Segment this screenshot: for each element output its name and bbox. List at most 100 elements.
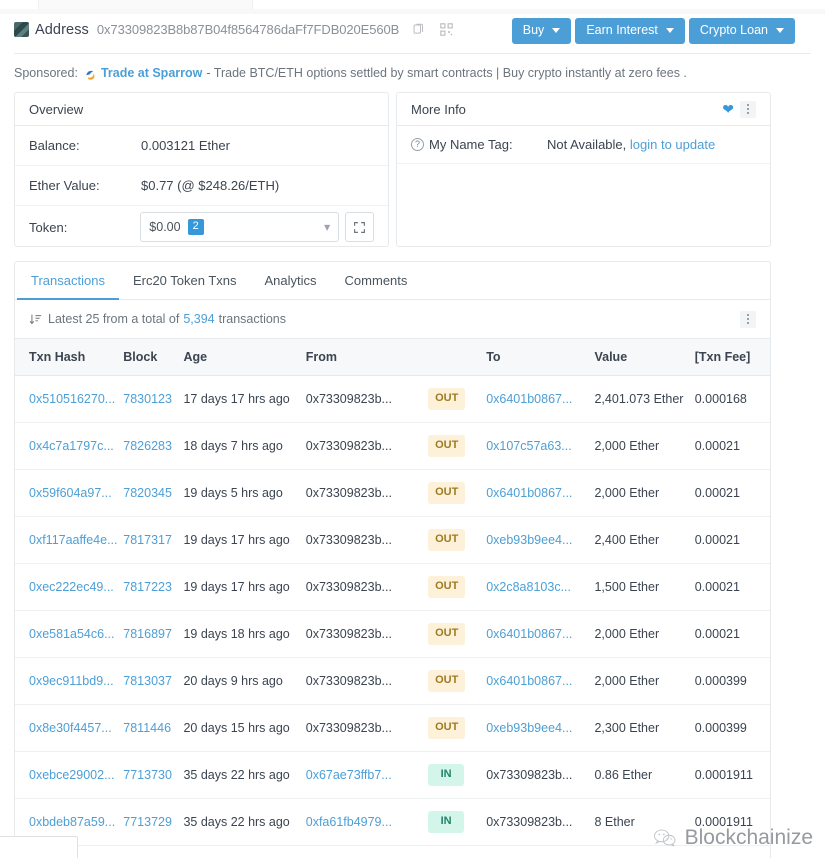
- download-bar-edge: [0, 836, 78, 858]
- cell-hash-link[interactable]: 0xec222ec49...: [29, 580, 114, 594]
- direction-badge: IN: [428, 811, 464, 833]
- transactions-card: Transactions Erc20 Token Txns Analytics …: [14, 261, 771, 858]
- cell-age: 35 days 22 hrs ago: [183, 846, 305, 858]
- direction-badge: OUT: [428, 670, 465, 692]
- cell-block-link[interactable]: 7811446: [123, 721, 171, 735]
- cell-block[interactable]: 7830123: [123, 376, 183, 423]
- cell-hash-link[interactable]: 0x510516270...: [29, 392, 115, 406]
- token-expand-button[interactable]: [345, 212, 374, 242]
- copy-icon[interactable]: [410, 21, 427, 38]
- cell-hash[interactable]: 0x8e30f4457...: [15, 705, 123, 752]
- cell-block-link[interactable]: 7713730: [123, 768, 172, 782]
- cell-from-link[interactable]: 0xfa61fb4979...: [306, 815, 392, 829]
- cell-from-link[interactable]: 0x67ae73ffb7...: [306, 768, 392, 782]
- cell-hash[interactable]: 0xf117aaffe4e...: [15, 517, 123, 564]
- cell-block-link[interactable]: 7820345: [123, 486, 172, 500]
- cell-to[interactable]: 0x6401b0867...: [486, 470, 594, 517]
- cell-to-link[interactable]: 0x2c8a8103c...: [486, 580, 571, 594]
- cell-to[interactable]: 0x6401b0867...: [486, 658, 594, 705]
- cell-block-link[interactable]: 7830123: [123, 392, 172, 406]
- cell-block-link[interactable]: 7826283: [123, 439, 172, 453]
- cell-hash-link[interactable]: 0x9ec911bd9...: [29, 674, 114, 688]
- sponsored-link[interactable]: Trade at Sparrow: [101, 64, 202, 82]
- ether-value-value: $0.77 (@ $248.26/ETH): [141, 178, 279, 193]
- cell-block[interactable]: 7713727: [123, 846, 183, 858]
- cell-block-link[interactable]: 7817223: [123, 580, 172, 594]
- cell-hash-link[interactable]: 0x59f604a97...: [29, 486, 112, 500]
- tab-transactions-label: Transactions: [31, 273, 105, 288]
- cell-value: 8 Ether: [594, 799, 694, 846]
- cell-fee: 0.000399: [695, 705, 770, 752]
- cell-block-link[interactable]: 7816897: [123, 627, 172, 641]
- balance-row: Balance: 0.003121 Ether: [15, 126, 388, 166]
- cell-hash-link[interactable]: 0xebce29002...: [29, 768, 115, 782]
- cell-from[interactable]: 0xfa61fb4979...: [306, 799, 428, 846]
- cell-to-link[interactable]: 0x6401b0867...: [486, 674, 572, 688]
- cell-hash[interactable]: 0xebce29002...: [15, 752, 123, 799]
- cell-hash-link[interactable]: 0xe581a54c6...: [29, 627, 115, 641]
- cell-to[interactable]: 0x6401b0867...: [486, 376, 594, 423]
- cell-block-link[interactable]: 7713729: [123, 815, 172, 829]
- cell-hash[interactable]: 0xec222ec49...: [15, 564, 123, 611]
- more-info-title: More Info: [411, 102, 466, 117]
- tab-analytics[interactable]: Analytics: [251, 262, 331, 300]
- cell-to[interactable]: 0xeb93b9ee4...: [486, 517, 594, 564]
- qr-code-icon[interactable]: [438, 21, 455, 38]
- cell-to-link[interactable]: 0xeb93b9ee4...: [486, 533, 572, 547]
- cell-block[interactable]: 7817317: [123, 517, 183, 564]
- cell-to[interactable]: 0x6401b0867...: [486, 611, 594, 658]
- tab-erc20-token-txns[interactable]: Erc20 Token Txns: [119, 262, 251, 300]
- token-dropdown[interactable]: $0.00 2 ▾: [140, 212, 339, 242]
- cell-fee: 0.0001911: [695, 752, 770, 799]
- tab-transactions[interactable]: Transactions: [17, 262, 119, 300]
- cell-direction: IN: [428, 752, 486, 799]
- cell-block[interactable]: 7713730: [123, 752, 183, 799]
- cell-hash[interactable]: 0xe581a54c6...: [15, 611, 123, 658]
- cell-block[interactable]: 7826283: [123, 423, 183, 470]
- cell-block[interactable]: 7820345: [123, 470, 183, 517]
- cell-to-link[interactable]: 0x6401b0867...: [486, 486, 572, 500]
- heart-icon[interactable]: ❤: [722, 101, 734, 118]
- sort-descending-icon[interactable]: [29, 313, 42, 326]
- cell-hash-link[interactable]: 0xbdeb87a59...: [29, 815, 115, 829]
- cell-hash[interactable]: 0x4c7a1797c...: [15, 423, 123, 470]
- cell-block[interactable]: 7816897: [123, 611, 183, 658]
- cell-block[interactable]: 7713729: [123, 799, 183, 846]
- cell-age: 19 days 5 hrs ago: [183, 470, 305, 517]
- header-divider: [14, 53, 811, 54]
- cell-direction: IN: [428, 846, 486, 858]
- cell-from[interactable]: 0x8ecbe932e...: [306, 846, 428, 858]
- chevron-down-icon: [552, 28, 560, 33]
- cell-to[interactable]: 0xeb93b9ee4...: [486, 705, 594, 752]
- cell-block-link[interactable]: 7817317: [123, 533, 172, 547]
- cell-from: 0x73309823b...: [306, 564, 428, 611]
- cell-to-link[interactable]: 0x6401b0867...: [486, 627, 572, 641]
- cell-hash-link[interactable]: 0x4c7a1797c...: [29, 439, 114, 453]
- ether-value-label: Ether Value:: [29, 178, 141, 193]
- transactions-options-menu[interactable]: [740, 311, 756, 328]
- crypto-loan-button[interactable]: Crypto Loan: [689, 18, 795, 44]
- cell-hash[interactable]: 0x59f604a97...: [15, 470, 123, 517]
- cell-hash-link[interactable]: 0x8e30f4457...: [29, 721, 112, 735]
- cell-to-link[interactable]: 0xeb93b9ee4...: [486, 721, 572, 735]
- cell-hash-link[interactable]: 0xf117aaffe4e...: [29, 533, 118, 547]
- cell-to[interactable]: 0x107c57a63...: [486, 423, 594, 470]
- earn-interest-button[interactable]: Earn Interest: [575, 18, 685, 44]
- tab-comments[interactable]: Comments: [331, 262, 422, 300]
- cell-block[interactable]: 7813037: [123, 658, 183, 705]
- cell-to-link[interactable]: 0x6401b0867...: [486, 392, 572, 406]
- chevron-down-icon: [776, 28, 784, 33]
- buy-button[interactable]: Buy: [512, 18, 572, 44]
- more-vertical-icon[interactable]: [740, 101, 756, 118]
- address-title-group: Address 0x73309823B8b87B04f8564786daFf7F…: [14, 21, 455, 38]
- cell-to[interactable]: 0x2c8a8103c...: [486, 564, 594, 611]
- cell-hash[interactable]: 0x9ec911bd9...: [15, 658, 123, 705]
- cell-hash[interactable]: 0x510516270...: [15, 376, 123, 423]
- login-to-update-link[interactable]: login to update: [630, 137, 715, 152]
- column-value: Value: [594, 339, 694, 376]
- cell-from[interactable]: 0x67ae73ffb7...: [306, 752, 428, 799]
- cell-block[interactable]: 7817223: [123, 564, 183, 611]
- cell-block-link[interactable]: 7813037: [123, 674, 172, 688]
- cell-to-link[interactable]: 0x107c57a63...: [486, 439, 572, 453]
- cell-block[interactable]: 7811446: [123, 705, 183, 752]
